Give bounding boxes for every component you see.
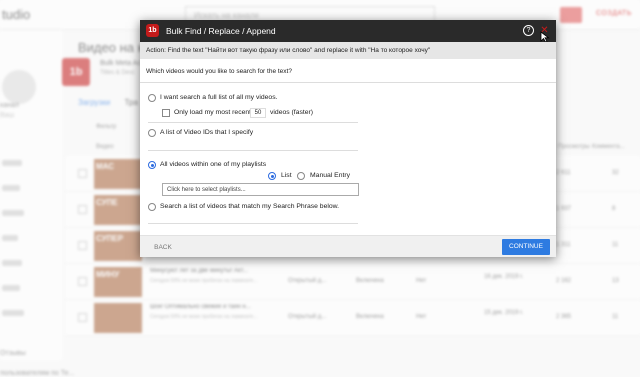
monetization-cell: Включена xyxy=(356,314,384,320)
restrictions-cell: Нет xyxy=(416,314,427,320)
views-cell: 2 365 xyxy=(556,314,572,320)
continue-button[interactable]: CONTINUE xyxy=(502,239,550,255)
thumbnail-text: МИНУ xyxy=(96,270,120,279)
views-cell: 2 162 xyxy=(556,278,572,284)
sidebar-item-sub: Ваш xyxy=(0,112,15,119)
row-checkbox[interactable] xyxy=(78,169,87,178)
manual-entry-label[interactable]: Manual Entry xyxy=(310,172,350,179)
visibility-cell[interactable]: Открытый д... xyxy=(288,314,326,320)
recent-count-input[interactable]: 50 xyxy=(250,108,266,118)
thumbnail-text: МАС xyxy=(96,162,115,171)
tab-other[interactable]: Тра xyxy=(124,98,137,107)
only-load-suffix-label: videos (faster) xyxy=(270,109,314,116)
divider xyxy=(140,82,556,83)
monetization-cell: Включена xyxy=(356,278,384,284)
video-title[interactable]: Минусуют лет за две минуты! Акт... xyxy=(150,268,300,274)
list-label[interactable]: List xyxy=(281,172,292,179)
studio-sidebar: канал Ваш Отзывы пользователям по Те... xyxy=(0,30,74,377)
channel-subtitle: Titles & Desc xyxy=(100,70,136,76)
dialog-header: 1b Bulk Find / Replace / Append ? ✕ xyxy=(140,20,556,43)
views-cell: 1 311 xyxy=(556,242,571,248)
visibility-cell[interactable]: Открытый д... xyxy=(288,278,326,284)
table-row[interactable]: МИНУ Минусуют лет за две минуты! Акт... Се… xyxy=(66,264,640,300)
studio-logo-text: tudio xyxy=(2,7,31,22)
camera-icon[interactable] xyxy=(560,7,582,23)
sidebar-item-help[interactable]: пользователям по Те... xyxy=(0,370,74,377)
comments-cell: 8 xyxy=(612,206,616,212)
thumbnail-text: СУПЕ xyxy=(96,198,118,207)
tab-uploads[interactable]: Загрузки xyxy=(78,98,110,107)
sidebar-item[interactable] xyxy=(2,310,24,316)
dialog-title: Bulk Find / Replace / Append xyxy=(166,26,276,36)
video-description: Сегодня 59% не моих пробегах на ламинате… xyxy=(150,278,258,284)
date-cell: 15 дек. 2019 г. xyxy=(484,310,524,316)
create-button[interactable]: СОЗДАТЬ xyxy=(596,10,632,17)
row-checkbox[interactable] xyxy=(78,313,87,322)
comments-cell: 13 xyxy=(612,278,619,284)
sidebar-item-feedback[interactable]: Отзывы xyxy=(0,350,26,357)
row-checkbox[interactable] xyxy=(78,277,87,286)
radio-list[interactable] xyxy=(268,172,276,180)
divider xyxy=(148,150,358,151)
video-description: Сегодня 59% не моих пробегах на ламинате… xyxy=(150,314,258,320)
comments-cell: 11 xyxy=(612,314,619,320)
option-search-phrase-label[interactable]: Search a list of videos that match my Se… xyxy=(160,203,339,210)
restrictions-cell: Нет xyxy=(416,278,427,284)
sidebar-item[interactable] xyxy=(2,210,24,216)
video-title[interactable]: Шок! Оптимально свежие и тайн н... xyxy=(150,304,300,310)
dialog-footer: BACK CONTINUE xyxy=(140,235,556,257)
comments-cell: 32 xyxy=(612,170,619,176)
radio-search-phrase[interactable] xyxy=(148,203,156,211)
only-load-prefix-label: Only load my most recent xyxy=(174,109,252,116)
radio-manual-entry[interactable] xyxy=(297,172,305,180)
sidebar-item[interactable] xyxy=(2,160,22,166)
help-icon[interactable]: ? xyxy=(523,25,534,36)
sidebar-item[interactable] xyxy=(2,260,22,266)
row-checkbox[interactable] xyxy=(78,241,87,250)
tubebuddy-logo: 1b xyxy=(146,24,159,37)
option-full-list-label[interactable]: I want search a full list of all my vide… xyxy=(160,94,277,101)
col-header-comments: Коммента... xyxy=(592,144,625,150)
views-cell: 2 611 xyxy=(556,170,571,176)
radio-full-list[interactable] xyxy=(148,94,156,102)
date-cell: 16 дек. 2019 г. xyxy=(484,274,524,280)
comments-cell: 11 xyxy=(612,242,619,248)
sidebar-item-channel[interactable]: канал xyxy=(0,102,19,109)
divider xyxy=(148,122,358,123)
col-header-views: Просмотры xyxy=(558,144,590,150)
option-playlists-label[interactable]: All videos within one of my playlists xyxy=(160,161,266,168)
channel-logo: 1b xyxy=(62,58,90,86)
action-description: Action: Find the text "Найти вот такую ф… xyxy=(140,42,556,59)
divider xyxy=(148,223,358,224)
sidebar-item[interactable] xyxy=(2,235,18,241)
video-thumbnail[interactable] xyxy=(94,303,142,333)
channel-name: Bulk Meta Ac xyxy=(100,60,141,67)
playlist-select[interactable]: Click here to select playlists... xyxy=(162,183,359,196)
sidebar-item[interactable] xyxy=(2,185,20,191)
bulk-find-replace-dialog: 1b Bulk Find / Replace / Append ? ✕ Acti… xyxy=(140,20,556,257)
row-checkbox[interactable] xyxy=(78,205,87,214)
thumbnail-text: СУПЕР xyxy=(96,234,124,243)
filter-label[interactable]: Фильтр xyxy=(96,124,116,130)
views-cell: 1 937 xyxy=(556,206,572,212)
content-tabs: Загрузки Тра xyxy=(78,98,138,107)
checkbox-only-load-recent[interactable] xyxy=(162,109,170,117)
search-question: Which videos would you like to search fo… xyxy=(146,68,292,75)
col-header-video: Видео xyxy=(96,144,114,150)
table-row[interactable]: Шок! Оптимально свежие и тайн н... Сегодн… xyxy=(66,300,640,336)
option-video-ids-label[interactable]: A list of Video IDs that I specify xyxy=(160,129,253,136)
radio-playlists[interactable] xyxy=(148,161,156,169)
back-button[interactable]: BACK xyxy=(148,240,178,255)
radio-video-ids[interactable] xyxy=(148,129,156,137)
channel-avatar xyxy=(2,70,36,104)
sidebar-item[interactable] xyxy=(2,285,20,291)
